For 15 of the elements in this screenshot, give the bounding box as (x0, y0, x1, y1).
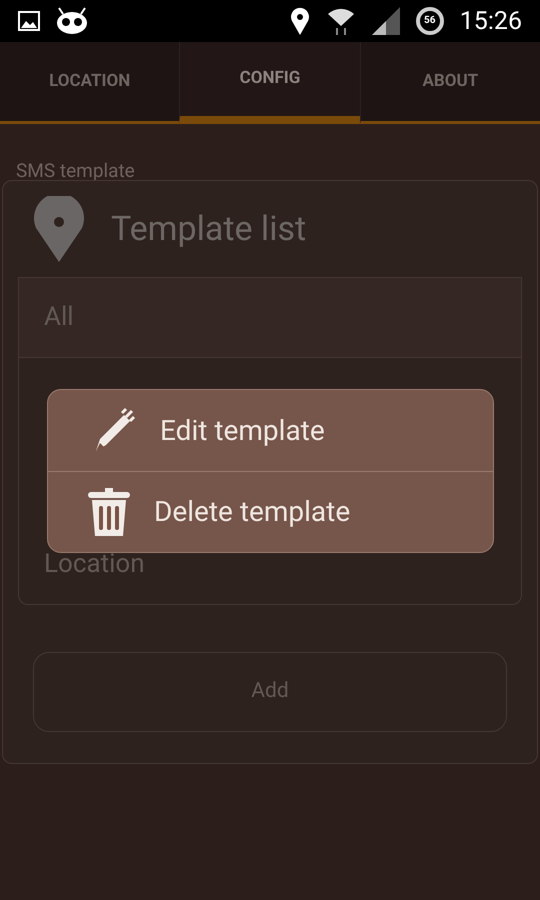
image-icon (18, 11, 40, 31)
location-pin-icon (33, 196, 85, 262)
menu-item[interactable]: Delete template (48, 471, 493, 552)
robot-icon (56, 6, 88, 36)
clock-time: 15:26 (460, 8, 522, 34)
trash-icon (86, 486, 132, 538)
tab[interactable]: CONFIG (179, 42, 360, 124)
menu-item[interactable]: Edit template (48, 390, 493, 471)
wifi-icon (326, 6, 356, 36)
location-pin-icon (290, 7, 310, 35)
battery-indicator: 56 (416, 7, 444, 35)
tab[interactable]: ABOUT (360, 42, 540, 124)
section-label: SMS template (16, 159, 135, 182)
signal-icon (372, 7, 400, 35)
dialog-title: Template list (111, 208, 306, 250)
